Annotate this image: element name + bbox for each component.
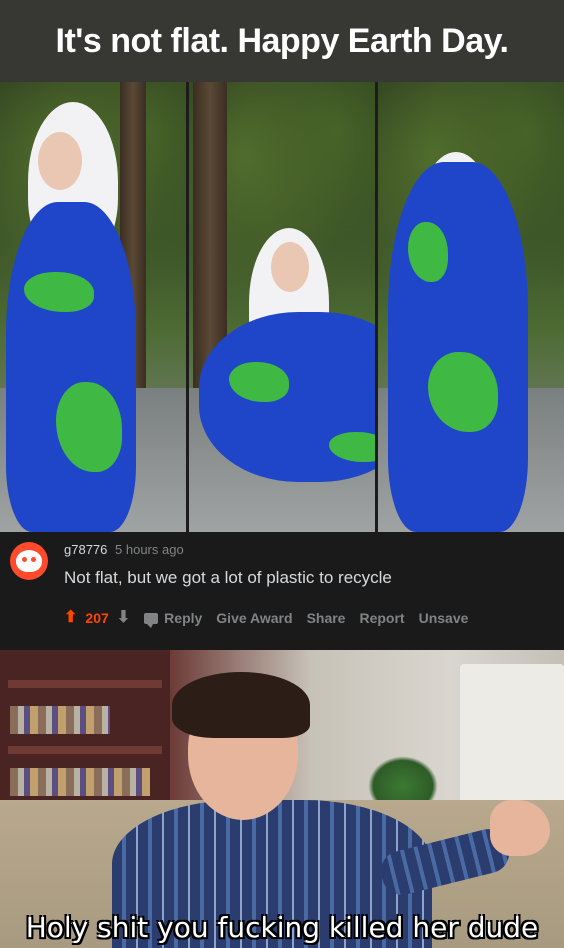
- bottom-caption: Holy shit you fucking killed her dude: [25, 911, 539, 944]
- upvote-arrow-icon[interactable]: ⬆: [64, 610, 77, 626]
- user-avatar[interactable]: [10, 542, 48, 580]
- costumed-figure-1: [0, 82, 168, 532]
- costumed-figure-2: [189, 82, 375, 532]
- give-award-button[interactable]: Give Award: [216, 610, 292, 626]
- share-button[interactable]: Share: [307, 610, 346, 626]
- photo-1: [0, 82, 186, 532]
- vote-controls: ⬆ 207 ⬇: [64, 610, 130, 627]
- photo-2: [189, 82, 375, 532]
- photo-3: [378, 82, 564, 532]
- downvote-arrow-icon[interactable]: ⬇: [117, 610, 130, 626]
- reaction-meme-image: Holy shit you fucking killed her dude: [0, 650, 564, 948]
- costumed-figure-3: [378, 82, 538, 532]
- comment-meta: g78776 5 hours ago: [64, 542, 184, 557]
- comment-text: Not flat, but we got a lot of plastic to…: [64, 568, 392, 587]
- reddit-comment: g78776 5 hours ago Not flat, but we got …: [0, 532, 564, 650]
- comment-actions: ⬆ 207 ⬇ Reply Give Award Share Report Un…: [64, 610, 469, 628]
- snoo-avatar-icon: [16, 550, 42, 572]
- comment-score: 207: [85, 610, 109, 626]
- report-button[interactable]: Report: [359, 610, 404, 626]
- reply-button[interactable]: Reply: [144, 610, 203, 628]
- plant: [368, 756, 438, 806]
- comment-bubble-icon: [144, 612, 159, 628]
- comment-username[interactable]: g78776: [64, 542, 107, 557]
- photo-strip: [0, 82, 564, 532]
- top-caption-bar: It's not flat. Happy Earth Day.: [0, 0, 564, 82]
- comment-timestamp[interactable]: 5 hours ago: [115, 542, 184, 557]
- unsave-button[interactable]: Unsave: [419, 610, 469, 626]
- top-caption-text: It's not flat. Happy Earth Day.: [55, 21, 509, 60]
- reply-label: Reply: [164, 610, 203, 626]
- person-hair: [172, 672, 310, 738]
